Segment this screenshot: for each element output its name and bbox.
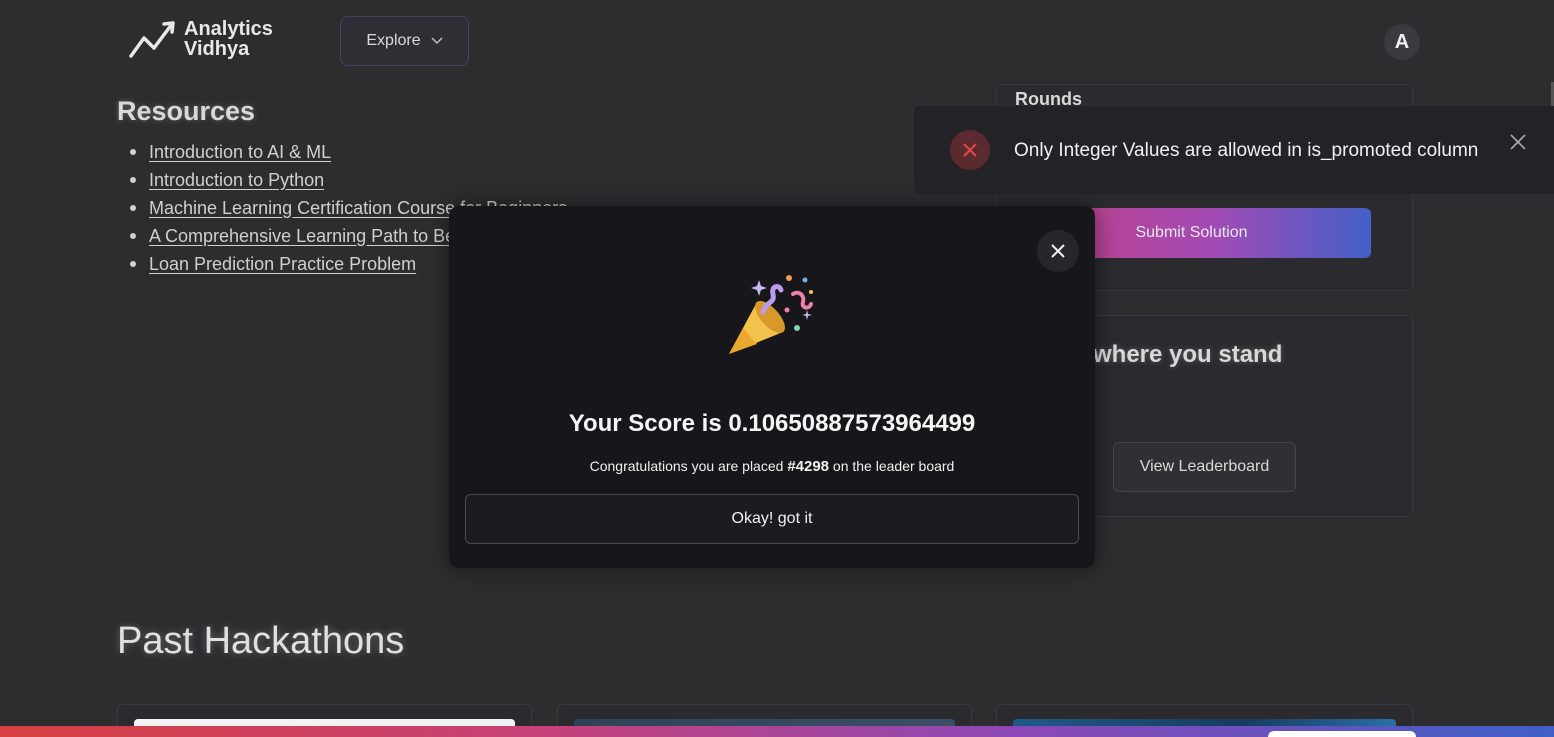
logo-text: Analytics Vidhya — [184, 19, 273, 59]
congrats-prefix: Congratulations you are placed — [589, 458, 788, 474]
congrats-suffix: on the leader board — [829, 458, 955, 474]
resource-link[interactable]: Introduction to Python — [149, 170, 324, 191]
toast-close-icon[interactable] — [1508, 132, 1528, 152]
standing-heading: where you stand — [1093, 341, 1283, 368]
user-avatar[interactable]: A — [1384, 24, 1420, 60]
chevron-down-icon — [431, 37, 443, 45]
resources-heading: Resources — [117, 96, 256, 126]
logo-trend-icon — [129, 21, 175, 58]
bullet-icon — [130, 149, 136, 155]
error-toast: Only Integer Values are allowed in is_pr… — [914, 106, 1554, 194]
resource-link[interactable]: Introduction to AI & ML — [149, 142, 331, 163]
past-hackathons-heading: Past Hackathons — [117, 620, 405, 662]
top-header: Analytics Vidhya Explore A — [0, 0, 1554, 82]
close-icon — [1051, 244, 1065, 258]
leaderboard-rank: #4298 — [787, 458, 830, 475]
explore-button[interactable]: Explore — [340, 16, 469, 66]
bullet-icon — [130, 205, 136, 211]
bullet-icon — [130, 233, 136, 239]
bullet-icon — [130, 261, 136, 267]
resource-link[interactable]: Loan Prediction Practice Problem — [149, 254, 416, 275]
bullet-icon — [130, 177, 136, 183]
score-modal: Your Score is 0.10650887573964499 Congra… — [449, 206, 1095, 568]
error-x-icon — [950, 130, 990, 170]
view-leaderboard-button[interactable]: View Leaderboard — [1113, 442, 1296, 492]
logo-line-1: Analytics — [184, 18, 273, 40]
list-item: Introduction to AI & ML — [130, 138, 630, 166]
logo-line-2: Vidhya — [184, 38, 250, 60]
score-text: Your Score is 0.10650887573964499 — [568, 410, 976, 437]
toast-message: Only Integer Values are allowed in is_pr… — [1014, 140, 1479, 161]
party-popper-icon — [729, 275, 813, 354]
okay-got-it-button[interactable]: Okay! got it — [465, 494, 1079, 544]
list-item: Introduction to Python — [130, 166, 630, 194]
explore-label: Explore — [366, 32, 421, 49]
modal-close-button[interactable] — [1037, 230, 1079, 272]
congratulations-text: Congratulations you are placed #4298 on … — [449, 458, 1095, 475]
bottom-widget[interactable] — [1268, 731, 1416, 737]
analytics-vidhya-logo[interactable]: Analytics Vidhya — [128, 18, 273, 60]
